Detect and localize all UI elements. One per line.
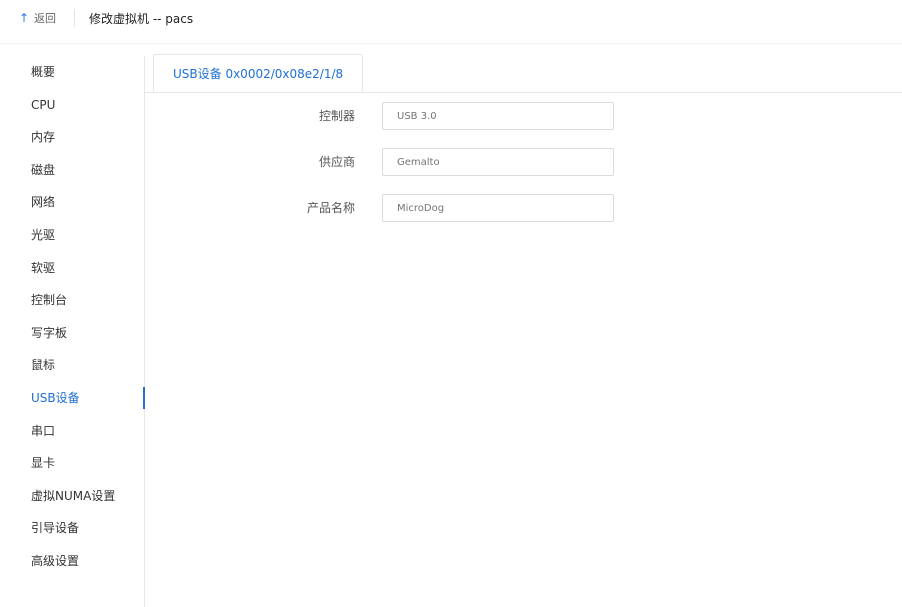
sidebar-item-overview[interactable]: 概要 — [0, 56, 144, 89]
sidebar-item-disk[interactable]: 磁盘 — [0, 154, 144, 187]
sidebar: 概要 CPU 内存 磁盘 网络 光驱 软驱 控制台 写字板 鼠标 USB设备 串… — [0, 56, 145, 607]
product-label: 产品名称 — [306, 201, 355, 215]
sidebar-item-advanced[interactable]: 高级设置 — [0, 545, 144, 578]
sidebar-item-usb[interactable]: USB设备 — [0, 382, 145, 415]
arrow-up-icon: ↑ — [19, 11, 30, 25]
header-divider — [74, 9, 75, 27]
product-row: 产品名称 — [145, 194, 625, 222]
page-title: 修改虚拟机 -- pacs — [89, 11, 194, 26]
controller-label: 控制器 — [318, 109, 355, 123]
back-button[interactable]: ↑ 返回 — [19, 10, 56, 26]
sidebar-item-numa[interactable]: 虚拟NUMA设置 — [0, 480, 144, 513]
product-input[interactable] — [382, 194, 614, 222]
sidebar-item-serial[interactable]: 串口 — [0, 415, 144, 448]
controller-input[interactable] — [382, 102, 614, 130]
sidebar-item-memory[interactable]: 内存 — [0, 121, 144, 154]
vendor-label: 供应商 — [318, 155, 355, 169]
sidebar-item-console[interactable]: 控制台 — [0, 284, 144, 317]
sidebar-item-boot[interactable]: 引导设备 — [0, 512, 144, 545]
sidebar-item-floppy[interactable]: 软驱 — [0, 252, 144, 285]
sidebar-item-tablet[interactable]: 写字板 — [0, 317, 144, 350]
sidebar-item-cpu[interactable]: CPU — [0, 89, 144, 122]
sidebar-item-network[interactable]: 网络 — [0, 186, 144, 219]
sidebar-item-mouse[interactable]: 鼠标 — [0, 349, 144, 382]
tab-bar: USB设备 0x0002/0x08e2/1/8 — [145, 54, 902, 93]
tab-usb-device[interactable]: USB设备 0x0002/0x08e2/1/8 — [153, 54, 364, 92]
back-label: 返回 — [34, 12, 56, 25]
sidebar-item-cdrom[interactable]: 光驱 — [0, 219, 144, 252]
controller-row: 控制器 — [145, 102, 625, 130]
vendor-input[interactable] — [382, 148, 614, 176]
sidebar-item-graphics[interactable]: 显卡 — [0, 447, 144, 480]
vendor-row: 供应商 — [145, 148, 625, 176]
top-bar: ↑ 返回 修改虚拟机 -- pacs — [0, 0, 902, 36]
main-content: USB设备 0x0002/0x08e2/1/8 控制器 供应商 产品名称 — [145, 44, 902, 607]
